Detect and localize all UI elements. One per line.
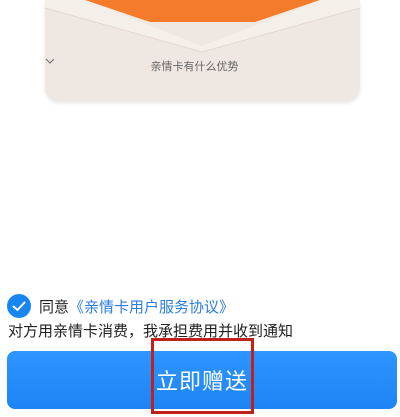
agreement-link[interactable]: 《亲情卡用户服务协议》 xyxy=(69,298,234,316)
card-advantage-text: 亲情卡有什么优势 xyxy=(150,60,239,73)
chevron-down-icon xyxy=(45,58,255,72)
checkmark-icon xyxy=(12,301,26,311)
envelope-graphic xyxy=(45,0,360,53)
agreement-label: 同意《亲情卡用户服务协议》 xyxy=(39,296,234,317)
family-card-envelope: 亲情卡有什么优势 xyxy=(45,0,360,101)
card-advantage-link[interactable]: 亲情卡有什么优势 xyxy=(45,58,360,74)
gift-now-button[interactable]: 立即赠送 xyxy=(7,351,397,409)
screen: 亲情卡有什么优势 同意《亲情卡用户服务协议》 对方用亲情卡消费，我承担费用并收到… xyxy=(0,0,400,417)
agreement-checkbox[interactable] xyxy=(7,294,31,318)
agreement-row: 同意《亲情卡用户服务协议》 xyxy=(7,292,387,320)
cost-notice: 对方用亲情卡消费，我承担费用并收到通知 xyxy=(8,322,294,340)
agreement-prefix: 同意 xyxy=(39,297,70,316)
